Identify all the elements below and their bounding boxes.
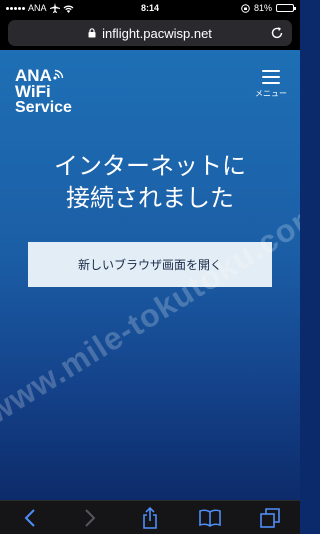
tabs-icon (260, 507, 280, 528)
browser-toolbar (0, 500, 300, 534)
wifi-icon (63, 5, 73, 13)
signal-strength-icon (6, 6, 25, 10)
bookmarks-button[interactable] (195, 506, 225, 530)
watermark: www.mile-tokutoku.com (0, 194, 300, 431)
status-time: 8:14 (140, 3, 159, 13)
orientation-lock-icon (241, 3, 250, 13)
carrier-name: ANA (28, 3, 47, 13)
lock-icon (88, 28, 96, 38)
page-content: ANA WiFi Service メニュー インターネットに 接続されました 新… (0, 50, 300, 500)
back-icon (24, 508, 35, 527)
ana-wifi-logo[interactable]: ANA WiFi Service (15, 67, 85, 117)
address-bar[interactable]: inflight.pacwisp.net (8, 20, 292, 46)
logo-line-service: Service (15, 99, 72, 117)
status-bar: ANA 8:14 81% (0, 0, 300, 16)
hamburger-icon (262, 70, 280, 84)
forward-button[interactable] (75, 506, 105, 530)
status-right: 81% (184, 3, 296, 13)
battery-percent: 81% (253, 3, 272, 13)
back-button[interactable] (15, 506, 45, 530)
logo-wifi-icon (53, 69, 63, 80)
logo-line-wifi: WiFi (15, 82, 51, 102)
browser-address-area: inflight.pacwisp.net (0, 16, 300, 50)
menu-label: メニュー (255, 89, 287, 98)
airplane-icon (49, 3, 60, 13)
headline-line-1: インターネットに (54, 152, 246, 180)
share-button[interactable] (135, 506, 165, 530)
logo-line-wifi-row: WiFi (15, 69, 85, 102)
share-icon (143, 506, 157, 529)
status-left: ANA (6, 3, 116, 13)
reload-icon[interactable] (270, 26, 284, 40)
forward-icon (85, 508, 96, 527)
tabs-button[interactable] (255, 506, 285, 530)
battery-icon (276, 4, 296, 12)
headline-line-2: 接続されました (66, 184, 234, 212)
url-text: inflight.pacwisp.net (102, 25, 212, 41)
menu-button[interactable]: メニュー (250, 70, 292, 102)
bookmarks-icon (199, 509, 221, 527)
connected-headline: インターネットに 接続されました (0, 150, 300, 214)
